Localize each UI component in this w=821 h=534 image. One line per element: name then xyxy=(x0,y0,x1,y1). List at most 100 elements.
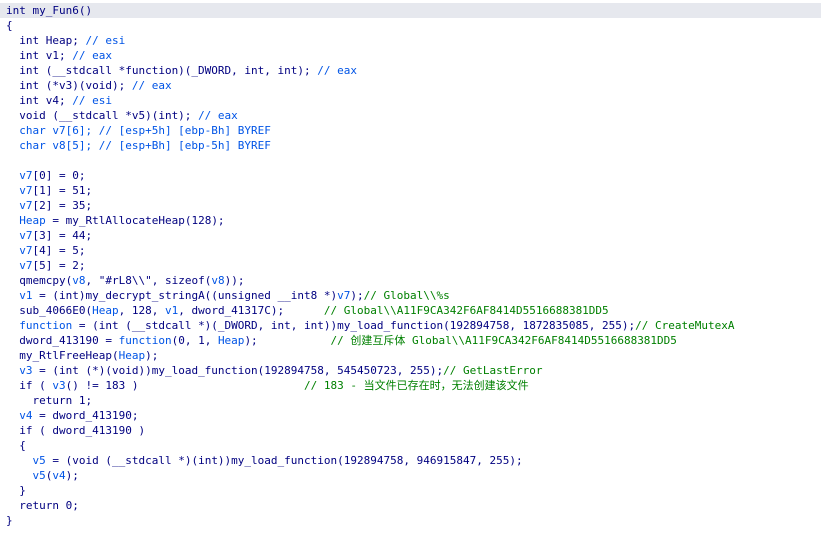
code-identifier: // esi xyxy=(72,94,112,107)
code-identifier: v7 xyxy=(6,184,33,197)
code-identifier: v4 xyxy=(6,409,33,422)
code-identifier: v7 xyxy=(6,229,33,242)
code-text: [3] = 44; xyxy=(32,229,93,242)
code-text: ); xyxy=(65,469,79,482)
code-comment: // Global\\A11F9CA342F6AF8414D5516688381… xyxy=(323,304,609,317)
code-identifier: v1 xyxy=(6,289,33,302)
code-text: int Heap; xyxy=(6,34,86,47)
code-line[interactable]: { xyxy=(0,438,821,453)
code-line[interactable]: my_RtlFreeHeap(Heap); xyxy=(0,348,821,363)
code-comment: // CreateMutexA xyxy=(635,319,735,332)
code-line[interactable]: v7[4] = 5; xyxy=(0,243,821,258)
code-identifier: // eax xyxy=(198,109,238,122)
code-identifier: v7 xyxy=(6,244,33,257)
code-text: return 1; xyxy=(6,394,93,407)
code-text: , dword_41317C); xyxy=(178,304,324,317)
code-text: } xyxy=(6,484,26,497)
code-line[interactable]: qmemcpy(v8, "#rL8\\", sizeof(v8)); xyxy=(0,273,821,288)
code-line[interactable]: int v4; // esi xyxy=(0,93,821,108)
code-identifier: // eax xyxy=(72,49,112,62)
code-line[interactable]: v5(v4); xyxy=(0,468,821,483)
code-text: [1] = 51; xyxy=(32,184,93,197)
code-identifier: v7 xyxy=(6,169,33,182)
code-line[interactable]: function = (int (__stdcall *)(_DWORD, in… xyxy=(0,318,821,333)
code-comment: // 创建互斥体 Global\\A11F9CA342F6AF8414D5516… xyxy=(330,334,677,347)
code-line[interactable]: { xyxy=(0,18,821,33)
code-line[interactable]: v4 = dword_413190; xyxy=(0,408,821,423)
code-identifier: char v7[6]; // [esp+5h] [ebp-Bh] BYREF xyxy=(6,124,271,137)
code-identifier: v5 xyxy=(6,469,46,482)
code-text: = (void (__stdcall *)(int))my_load_funct… xyxy=(45,454,523,467)
code-text: [2] = 35; xyxy=(32,199,93,212)
code-text: int (*v3)(void); xyxy=(6,79,132,92)
code-line[interactable]: char v7[6]; // [esp+5h] [ebp-Bh] BYREF xyxy=(0,123,821,138)
code-text: my_RtlFreeHeap( xyxy=(6,349,119,362)
code-text: return 0; xyxy=(6,499,79,512)
code-text: int my_Fun6() xyxy=(6,4,93,17)
code-line[interactable]: v7[3] = 44; xyxy=(0,228,821,243)
code-line[interactable]: v3 = (int (*)(void))my_load_function(192… xyxy=(0,363,821,378)
code-text: (0, 1, xyxy=(171,334,218,347)
code-text: sub_4066E0( xyxy=(6,304,93,317)
code-line[interactable]: if ( v3() != 183 ) // 183 - 当文件已存在时，无法创建… xyxy=(0,378,821,393)
code-line[interactable]: return 0; xyxy=(0,498,821,513)
code-text: if ( dword_413190 ) xyxy=(6,424,146,437)
code-text: int v1; xyxy=(6,49,73,62)
code-identifier: function xyxy=(6,319,73,332)
code-text: = dword_413190; xyxy=(32,409,139,422)
code-identifier: v3 xyxy=(52,379,66,392)
code-text: [0] = 0; xyxy=(32,169,86,182)
code-line[interactable]: if ( dword_413190 ) xyxy=(0,423,821,438)
code-text: [4] = 5; xyxy=(32,244,86,257)
code-line[interactable] xyxy=(0,153,821,168)
code-line[interactable]: } xyxy=(0,513,821,528)
code-line[interactable]: sub_4066E0(Heap, 128, v1, dword_41317C);… xyxy=(0,303,821,318)
code-text: = my_RtlAllocateHeap(128); xyxy=(45,214,225,227)
code-line[interactable]: v1 = (int)my_decrypt_stringA((unsigned _… xyxy=(0,288,821,303)
code-text: dword_413190 = xyxy=(6,334,119,347)
code-line[interactable]: return 1; xyxy=(0,393,821,408)
code-line[interactable]: v7[0] = 0; xyxy=(0,168,821,183)
code-comment: // 183 - 当文件已存在时，无法创建该文件 xyxy=(304,379,529,392)
code-text: )); xyxy=(224,274,245,287)
code-identifier: Heap xyxy=(217,334,245,347)
code-text: ); xyxy=(244,334,331,347)
code-line[interactable]: v7[5] = 2; xyxy=(0,258,821,273)
code-text: if ( xyxy=(6,379,53,392)
code-line-current[interactable]: int my_Fun6() xyxy=(0,3,821,18)
code-identifier: v8 xyxy=(211,274,225,287)
code-text: { xyxy=(6,19,13,32)
code-identifier: Heap xyxy=(92,304,119,317)
code-line[interactable]: int Heap; // esi xyxy=(0,33,821,48)
code-line[interactable]: int v1; // eax xyxy=(0,48,821,63)
code-identifier: v7 xyxy=(337,289,351,302)
code-identifier: v4 xyxy=(52,469,66,482)
code-text: ); xyxy=(145,349,159,362)
code-line[interactable]: void (__stdcall *v5)(int); // eax xyxy=(0,108,821,123)
code-identifier: v3 xyxy=(6,364,33,377)
code-identifier: Heap xyxy=(6,214,46,227)
code-identifier: Heap xyxy=(118,349,146,362)
pseudocode-view[interactable]: int my_Fun6() { int Heap; // esi int v1; … xyxy=(0,0,821,534)
code-line[interactable]: Heap = my_RtlAllocateHeap(128); xyxy=(0,213,821,228)
code-identifier: // eax xyxy=(131,79,172,92)
code-identifier: function xyxy=(118,334,172,347)
code-line[interactable]: dword_413190 = function(0, 1, Heap); // … xyxy=(0,333,821,348)
code-line[interactable]: } xyxy=(0,483,821,498)
code-text: } xyxy=(6,514,13,527)
code-line[interactable]: v7[2] = 35; xyxy=(0,198,821,213)
code-line[interactable]: v5 = (void (__stdcall *)(int))my_load_fu… xyxy=(0,453,821,468)
code-comment: // Global\\%s xyxy=(363,289,450,302)
code-line[interactable]: v7[1] = 51; xyxy=(0,183,821,198)
code-text: int v4; xyxy=(6,94,73,107)
code-line[interactable]: int (*v3)(void); // eax xyxy=(0,78,821,93)
code-text: = (int)my_decrypt_stringA((unsigned __in… xyxy=(32,289,338,302)
code-text: ); xyxy=(350,289,364,302)
code-identifier: // eax xyxy=(317,64,358,77)
code-line[interactable]: int (__stdcall *function)(_DWORD, int, i… xyxy=(0,63,821,78)
code-text: qmemcpy( xyxy=(6,274,73,287)
code-line[interactable]: char v8[5]; // [esp+Bh] [ebp-5h] BYREF xyxy=(0,138,821,153)
code-comment: // GetLastError xyxy=(443,364,543,377)
code-identifier: // esi xyxy=(85,34,126,47)
code-text: { xyxy=(6,439,26,452)
